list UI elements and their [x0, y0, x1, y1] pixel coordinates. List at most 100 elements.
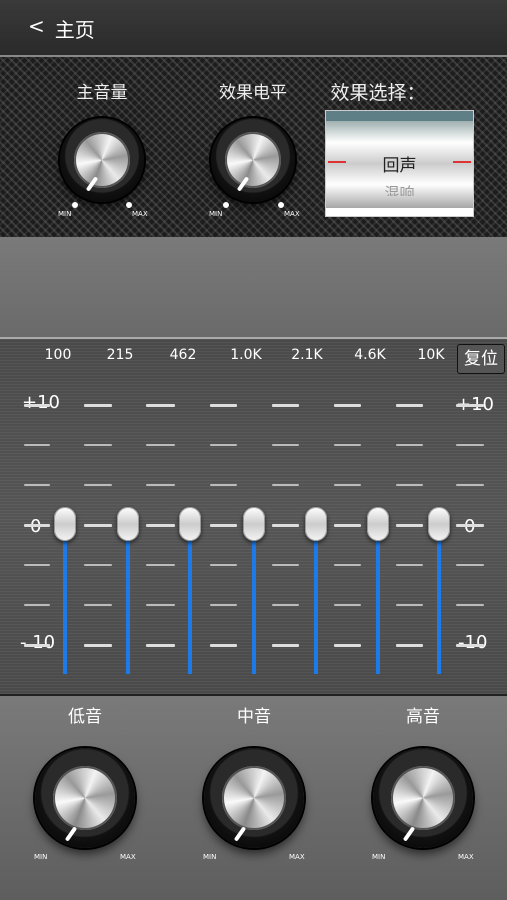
scale-dash	[24, 604, 50, 606]
scale-dash	[396, 404, 423, 407]
slider-track	[437, 524, 441, 674]
scale-dash	[456, 564, 484, 566]
slider-track	[63, 524, 67, 674]
scale-dash	[334, 404, 361, 407]
band-label-462: 462	[169, 347, 197, 363]
master-volume-knob[interactable]	[60, 118, 144, 202]
band-label-10k: 10K	[417, 347, 445, 363]
mid-knob[interactable]	[204, 748, 304, 848]
divider-panel	[0, 237, 507, 339]
scale-dash	[334, 564, 361, 566]
band-label-215: 215	[106, 347, 134, 363]
max-label: MAX	[132, 210, 148, 218]
scale-dash	[24, 564, 50, 566]
scale-dash	[396, 644, 423, 647]
scale-dash	[146, 564, 175, 566]
scale-dash	[210, 444, 237, 446]
effect-picker[interactable]: 回声 混响	[325, 110, 474, 217]
scale-dash	[146, 444, 175, 446]
bass-knob[interactable]	[35, 748, 135, 848]
scale-dash	[456, 644, 484, 647]
scale-dash	[146, 404, 175, 407]
slider-handle-6[interactable]	[428, 507, 450, 541]
max-label: MAX	[458, 853, 474, 861]
slider-track	[188, 524, 192, 674]
scale-dash	[396, 444, 423, 446]
slider-handle-2[interactable]	[179, 507, 201, 541]
slider-handle-4[interactable]	[305, 507, 327, 541]
picker-bottom	[326, 208, 473, 216]
scale-dash	[84, 404, 112, 407]
scale-dash	[210, 524, 237, 527]
scale-dash	[146, 484, 175, 486]
bass-label: 低音	[68, 707, 102, 727]
slider-handle-0[interactable]	[54, 507, 76, 541]
scale-right-bottom: -10	[458, 632, 488, 653]
scale-dash	[334, 644, 361, 647]
min-label: MIN	[209, 210, 223, 218]
knob-pointer	[402, 826, 416, 842]
scale-dash	[24, 484, 50, 486]
scale-dash	[334, 604, 361, 606]
knob-pointer	[233, 826, 247, 842]
reset-button[interactable]: 复位	[457, 344, 505, 374]
min-dot	[72, 202, 78, 208]
effect-level-knob[interactable]	[211, 118, 295, 202]
effect-option-next[interactable]: 混响	[326, 182, 473, 196]
mid-label: 中音	[237, 707, 271, 727]
scale-dash	[210, 604, 237, 606]
top-bar: < 主页	[0, 0, 507, 55]
scale-dash	[334, 444, 361, 446]
scale-dash	[396, 484, 423, 486]
knob-cap	[53, 766, 117, 830]
scale-dash	[210, 564, 237, 566]
band-label-100: 100	[44, 347, 72, 363]
scale-dash	[396, 524, 423, 527]
max-label: MAX	[120, 853, 136, 861]
scale-dash	[210, 404, 237, 407]
scale-dash	[272, 404, 299, 407]
scale-dash	[272, 524, 299, 527]
master-volume-label: 主音量	[76, 83, 128, 103]
scale-dash	[272, 604, 299, 606]
scale-dash	[456, 604, 484, 606]
slider-handle-5[interactable]	[367, 507, 389, 541]
back-label: 主页	[54, 18, 95, 42]
back-button[interactable]: < 主页	[28, 14, 95, 43]
scale-left-bottom: - 10	[20, 632, 56, 653]
scale-dash	[210, 484, 237, 486]
slider-track	[376, 524, 380, 674]
scale-dash	[84, 644, 112, 647]
scale-dash	[84, 604, 112, 606]
scale-dash	[146, 604, 175, 606]
effect-select-label: 效果选择：	[330, 82, 426, 104]
scale-dash	[24, 444, 50, 446]
scale-dash	[24, 404, 50, 407]
scale-dash	[456, 484, 484, 486]
band-label-4k6: 4.6K	[354, 347, 386, 363]
scale-dash	[334, 484, 361, 486]
max-label: MAX	[284, 210, 300, 218]
chevron-left-icon: <	[28, 14, 45, 38]
scale-left-top: +10	[22, 392, 60, 413]
min-label: MIN	[203, 853, 217, 861]
min-label: MIN	[34, 853, 48, 861]
scale-dash	[456, 524, 484, 527]
scale-dash	[146, 524, 175, 527]
knob-cap	[222, 766, 286, 830]
min-label: MIN	[372, 853, 386, 861]
scale-dash	[84, 484, 112, 486]
knob-cap	[391, 766, 455, 830]
band-label-1k: 1.0K	[230, 347, 262, 363]
scale-dash	[456, 444, 484, 446]
scale-dash	[272, 444, 299, 446]
max-dot	[278, 202, 284, 208]
scale-dash	[24, 644, 50, 647]
slider-handle-3[interactable]	[243, 507, 265, 541]
scale-dash	[84, 524, 112, 527]
treble-label: 高音	[406, 707, 440, 727]
effect-option-selected[interactable]: 回声	[326, 151, 473, 176]
slider-track	[314, 524, 318, 674]
treble-knob[interactable]	[373, 748, 473, 848]
slider-handle-1[interactable]	[117, 507, 139, 541]
